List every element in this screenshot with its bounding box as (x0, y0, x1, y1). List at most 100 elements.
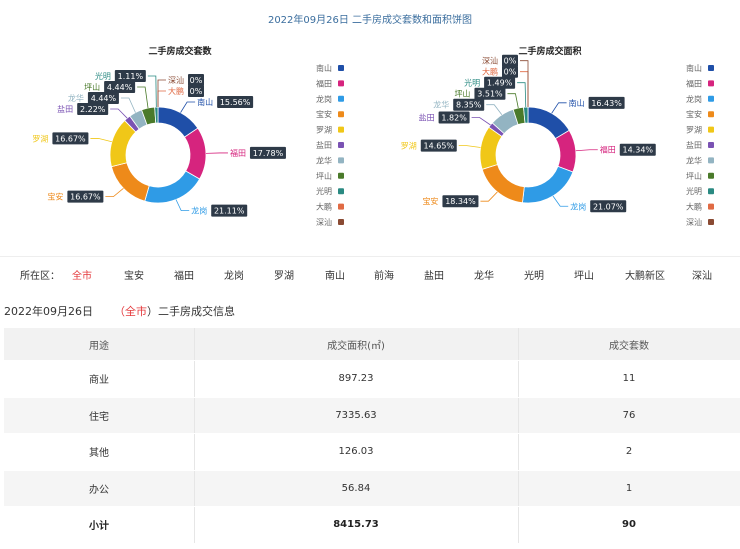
label-line (458, 145, 481, 148)
label-line (520, 71, 529, 107)
legend-swatch[interactable] (338, 95, 344, 102)
column-separator (518, 507, 519, 543)
legend-swatch[interactable] (708, 80, 714, 87)
info-title-suffix: ）二手房成交信息 (147, 305, 235, 318)
legend-swatch[interactable] (708, 65, 714, 71)
chart-title: 二手房成交套数 (148, 45, 212, 57)
legend-swatch[interactable] (338, 126, 344, 133)
district-filter-item[interactable]: 福田 (174, 267, 194, 282)
table-cell: 7335.63 (335, 409, 377, 421)
legend-swatch[interactable] (338, 111, 344, 118)
data-label-value: 17.78% (253, 149, 284, 158)
legend-label: 盐田 (686, 140, 702, 150)
legend-swatch[interactable] (338, 172, 344, 179)
data-label-value: 0% (190, 76, 203, 85)
pie-slice-龙岗[interactable] (144, 170, 201, 204)
pie-slice-宝安[interactable] (110, 162, 150, 202)
legend-swatch[interactable] (338, 188, 344, 195)
legend-swatch[interactable] (338, 65, 344, 71)
label-line (180, 101, 196, 113)
district-filter-item[interactable]: 龙岗 (224, 267, 244, 282)
data-label-name: 光明 (464, 78, 480, 88)
data-label-value: 1.49% (487, 79, 513, 88)
data-label-name: 大鹏 (482, 67, 498, 77)
label-line (486, 104, 503, 115)
district-filter-item[interactable]: 深汕 (692, 267, 712, 282)
page-title: 2022年09月26日 二手房成交套数和面积饼图 (267, 15, 473, 26)
column-separator (194, 507, 195, 543)
legend-swatch[interactable] (338, 157, 344, 164)
legend-label: 深汕 (316, 217, 332, 227)
legend-swatch[interactable] (338, 80, 344, 87)
data-label-name: 宝安 (422, 196, 438, 206)
legend-label: 深汕 (686, 217, 702, 227)
table-cell: 成交面积(㎡) (327, 340, 385, 352)
district-filter-item[interactable]: 光明 (524, 267, 544, 282)
legend-swatch[interactable] (708, 188, 714, 195)
district-filter-item[interactable]: 前海 (374, 267, 394, 282)
chart-units: 二手房成交套数 南山 15.56% 福田 17.78% 龙岗 21.11% 宝安 16.67% 罗… (0, 34, 370, 249)
info-title: 2022年09月26日 （全市）二手房成交信息 (4, 303, 235, 319)
legend-swatch[interactable] (708, 219, 714, 225)
table-cell: 90 (622, 519, 636, 531)
legend-label: 宝安 (686, 109, 702, 119)
table-row: 办公 56.84 1 (4, 470, 740, 507)
table-cell: 其他 (89, 448, 109, 460)
label-line (147, 75, 157, 108)
district-filter-item[interactable]: 大鹏新区 (625, 267, 665, 282)
column-separator (518, 397, 519, 433)
legend-swatch[interactable] (708, 203, 714, 210)
data-label-value: 18.34% (445, 197, 476, 206)
pie-slice-宝安[interactable] (481, 164, 525, 204)
data-label-value: 1.82% (441, 114, 467, 123)
info-date: 2022年09月26日 (4, 305, 93, 318)
pie-slice-福田[interactable] (554, 129, 577, 173)
district-filter-bar: 所在区： 全市 宝安 福田 龙岗 罗湖 南山 前海 盐田 龙华 光明 坪山 大鹏新区 深汕 (0, 265, 740, 283)
district-filter-item[interactable]: 盐田 (424, 267, 444, 282)
legend-swatch[interactable] (708, 95, 714, 102)
donut-svg: 二手房成交面积南山 16.43% 福田 14.34% 龙岗 21.07% 宝安 18.34% 罗… (401, 45, 714, 227)
district-filter-item[interactable]: 宝安 (124, 267, 144, 282)
district-filter-item[interactable]: 南山 (325, 267, 345, 282)
district-filter-item[interactable]: 龙华 (474, 267, 494, 282)
legend-swatch[interactable] (338, 142, 344, 148)
data-label-name: 南山 (197, 97, 213, 107)
district-filter-item[interactable]: 全市 (72, 267, 92, 282)
legend-label: 宝安 (316, 109, 332, 119)
table-cell: 住宅 (89, 411, 109, 423)
legend-swatch[interactable] (708, 157, 714, 164)
column-separator (194, 434, 195, 470)
district-filter-item[interactable]: 罗湖 (274, 267, 294, 282)
column-separator (518, 361, 519, 397)
label-line (552, 195, 569, 207)
data-label-value: 21.07% (593, 202, 624, 211)
legend-swatch[interactable] (708, 126, 714, 133)
legend-label: 罗湖 (686, 126, 702, 135)
legend-swatch[interactable] (708, 111, 714, 118)
table-cell: 897.23 (338, 373, 374, 385)
table-cell: 8415.73 (333, 519, 379, 531)
district-filter-item[interactable]: 坪山 (574, 267, 594, 282)
table-cell: 成交套数 (609, 340, 649, 352)
legend-label: 大鹏 (316, 202, 332, 212)
legend-label: 光明 (316, 186, 332, 196)
legend-label: 南山 (686, 63, 702, 73)
table-row: 商业 897.23 11 (4, 361, 740, 398)
legend-swatch[interactable] (708, 142, 714, 148)
pie-slice-龙岗[interactable] (522, 165, 574, 204)
district-filter-label: 所在区： (20, 271, 60, 282)
data-label-value: 0% (504, 57, 517, 66)
legend-swatch[interactable] (708, 172, 714, 179)
table-cell: 126.03 (338, 446, 374, 458)
data-label-name: 龙岗 (191, 206, 207, 216)
legend-swatch[interactable] (338, 203, 344, 210)
data-label-value: 16.43% (591, 99, 622, 108)
data-label-value: 0% (190, 87, 203, 96)
legend-swatch[interactable] (338, 219, 344, 225)
legend-label: 光明 (686, 186, 702, 196)
label-line (551, 102, 567, 114)
table-cell: 76 (622, 409, 636, 421)
legend-label: 坪山 (686, 171, 702, 181)
pie-slice-福田[interactable] (183, 127, 207, 180)
data-label-name: 坪山 (84, 82, 100, 92)
